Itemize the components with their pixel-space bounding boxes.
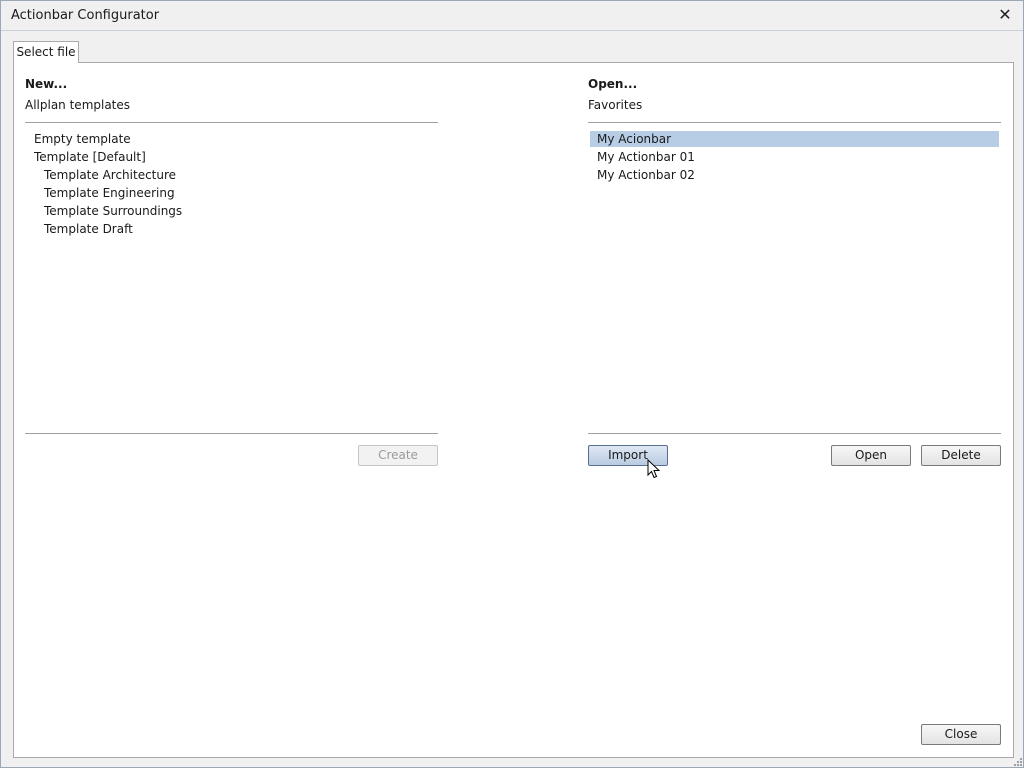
title-bar: Actionbar Configurator ✕ xyxy=(1,1,1023,31)
favorites-top-divider xyxy=(588,122,1001,123)
mouse-cursor-icon xyxy=(647,459,661,479)
list-item[interactable]: Template Draft xyxy=(44,221,133,237)
close-button[interactable]: Close xyxy=(921,724,1001,745)
list-item[interactable]: Template Surroundings xyxy=(44,203,182,219)
list-item[interactable]: My Acionbar xyxy=(590,131,999,147)
window-title: Actionbar Configurator xyxy=(11,8,160,23)
list-item[interactable]: My Actionbar 01 xyxy=(597,149,695,165)
tab-select-file[interactable]: Select file xyxy=(13,41,79,63)
resize-grip-icon[interactable] xyxy=(1012,756,1022,766)
favorites-subheading: Favorites xyxy=(588,98,643,112)
tab-panel: New... Allplan templates Empty template … xyxy=(13,62,1014,758)
delete-button[interactable]: Delete xyxy=(921,445,1001,466)
open-heading: Open... xyxy=(588,77,638,91)
create-button[interactable]: Create xyxy=(358,445,438,466)
list-item[interactable]: Template Architecture xyxy=(44,167,176,183)
favorites-bottom-divider xyxy=(588,433,1001,434)
actionbar-configurator-window: Actionbar Configurator ✕ Select file New… xyxy=(0,0,1024,768)
list-item[interactable]: Template Engineering xyxy=(44,185,175,201)
templates-bottom-divider xyxy=(25,433,438,434)
templates-subheading: Allplan templates xyxy=(25,98,131,112)
templates-top-divider xyxy=(25,122,438,123)
open-button[interactable]: Open xyxy=(831,445,911,466)
list-item[interactable]: My Actionbar 02 xyxy=(597,167,695,183)
list-item[interactable]: Empty template xyxy=(34,131,131,147)
list-item[interactable]: Template [Default] xyxy=(34,149,146,165)
new-heading: New... xyxy=(25,77,68,91)
close-icon[interactable]: ✕ xyxy=(997,6,1013,24)
